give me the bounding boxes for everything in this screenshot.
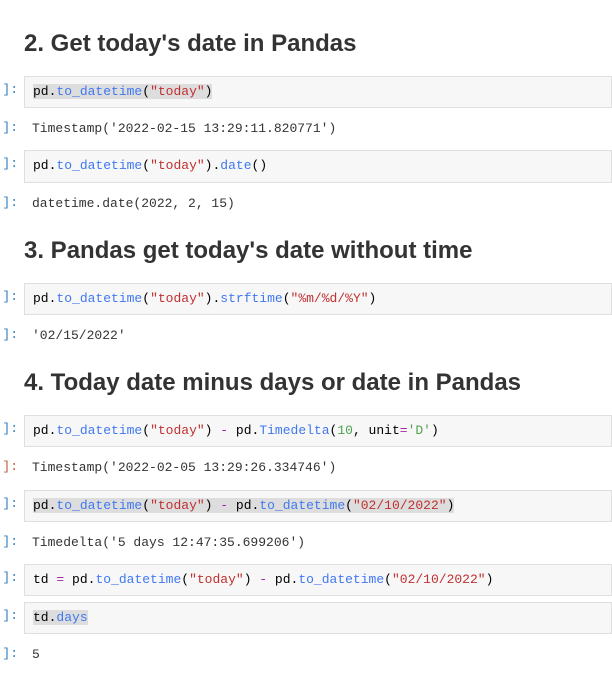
cell-prompt: ]: (0, 283, 20, 310)
code-cell: ]:pd.to_datetime("today") (0, 76, 612, 108)
code-input[interactable]: pd.to_datetime("today").date() (24, 150, 612, 182)
code-cell: ]:pd.to_datetime("today").strftime("%m/%… (0, 283, 612, 315)
code-input[interactable]: pd.to_datetime("today").strftime("%m/%d/… (24, 283, 612, 315)
code-input[interactable]: pd.to_datetime("today") (24, 76, 612, 108)
cell-prompt: ]: (0, 114, 20, 141)
output-cell: ]:5 (0, 640, 612, 670)
code-output: Timedelta('5 days 12:47:35.699206') (24, 528, 612, 558)
notebook-content: 2. Get today's date in Pandas]:pd.to_dat… (0, 0, 612, 696)
cell-prompt: ]: (0, 528, 20, 555)
cell-prompt: ]: (0, 564, 20, 591)
code-output: Timestamp('2022-02-05 13:29:26.334746') (24, 453, 612, 483)
section-heading: 2. Get today's date in Pandas (24, 30, 612, 58)
cell-prompt: ]: (0, 640, 20, 667)
code-cell: ]:td.days (0, 602, 612, 634)
output-cell: ]:Timedelta('5 days 12:47:35.699206') (0, 528, 612, 558)
cell-prompt: ]: (0, 453, 20, 480)
section-heading: 3. Pandas get today's date without time (24, 237, 612, 265)
output-cell: ]:Timestamp('2022-02-05 13:29:26.334746'… (0, 453, 612, 483)
cell-prompt: ]: (0, 490, 20, 517)
cell-prompt: ]: (0, 150, 20, 177)
cell-prompt: ]: (0, 321, 20, 348)
code-cell: ]:pd.to_datetime("today") - pd.Timedelta… (0, 415, 612, 447)
code-cell: ]:pd.to_datetime("today") - pd.to_dateti… (0, 490, 612, 522)
cell-prompt: ]: (0, 415, 20, 442)
code-output: datetime.date(2022, 2, 15) (24, 189, 612, 219)
cell-prompt: ]: (0, 602, 20, 629)
output-cell: ]:Timestamp('2022-02-15 13:29:11.820771'… (0, 114, 612, 144)
code-output: 5 (24, 640, 612, 670)
section-heading: 4. Today date minus days or date in Pand… (24, 369, 612, 397)
code-cell: ]:td = pd.to_datetime("today") - pd.to_d… (0, 564, 612, 596)
cell-prompt: ]: (0, 76, 20, 103)
code-output: '02/15/2022' (24, 321, 612, 351)
code-input[interactable]: pd.to_datetime("today") - pd.Timedelta(1… (24, 415, 612, 447)
code-input[interactable]: td.days (24, 602, 612, 634)
code-output: Timestamp('2022-02-15 13:29:11.820771') (24, 114, 612, 144)
output-cell: ]:'02/15/2022' (0, 321, 612, 351)
output-cell: ]:datetime.date(2022, 2, 15) (0, 189, 612, 219)
code-cell: ]:pd.to_datetime("today").date() (0, 150, 612, 182)
code-input[interactable]: pd.to_datetime("today") - pd.to_datetime… (24, 490, 612, 522)
cell-prompt: ]: (0, 189, 20, 216)
code-input[interactable]: td = pd.to_datetime("today") - pd.to_dat… (24, 564, 612, 596)
